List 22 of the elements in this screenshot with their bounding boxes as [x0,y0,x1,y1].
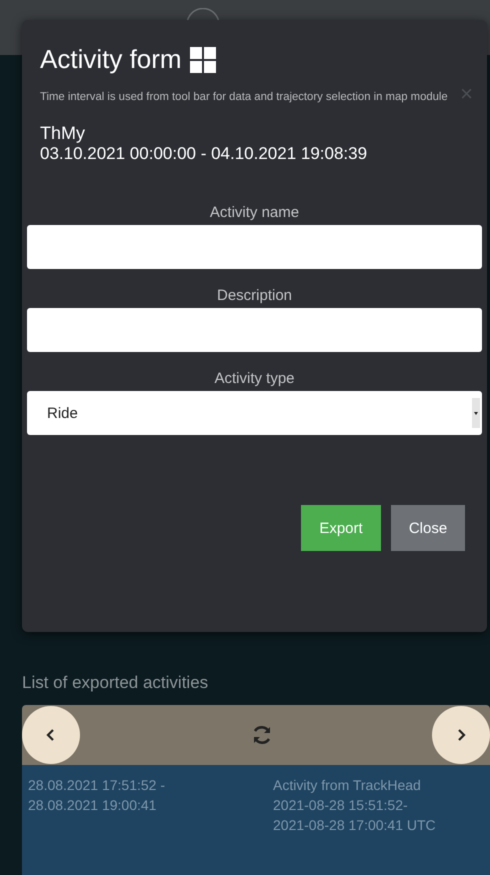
previous-button[interactable] [22,706,80,764]
caret-icon [472,398,480,428]
section-title: List of exported activities [22,673,210,693]
field-label: Activity type [214,370,295,387]
field-label: Description [216,287,292,304]
description-cell-text: Activity from TrackHead 2021-08-28 15:51:52-2021-08-28 17:00:41 UTC [273,776,437,835]
user-name: ThMy [39,123,86,144]
chevron-left-icon [45,728,57,742]
chevron-right-icon [455,728,467,742]
input-field[interactable] [27,225,482,269]
select-field[interactable]: Ride [27,391,482,435]
activity-row[interactable]: 28.08.2021 17:51:52 - 28.08.2021 19:00:41 Activity from TrackHead 2021-08-28 15:51:52-2021-08-28 17:00:41 UTC [22,765,490,875]
time-interval: 03.10.2021 00:00:00 - 04.10.2021 19:08:39 [39,144,368,164]
close-dialog-button[interactable]: Close [391,505,465,551]
modal-title: Activity form [40,44,182,75]
field-label: Activity name [210,204,300,221]
info-text: Time interval is used from tool bar for data and trajectory selection in map module [40,90,449,105]
interval-cell-text: 28.08.2021 17:51:52 - 28.08.2021 19:00:41 [28,776,166,815]
next-button[interactable] [432,706,490,764]
export-button[interactable]: Export [301,505,381,551]
input-field[interactable] [27,308,482,352]
grid-icon [190,46,216,72]
